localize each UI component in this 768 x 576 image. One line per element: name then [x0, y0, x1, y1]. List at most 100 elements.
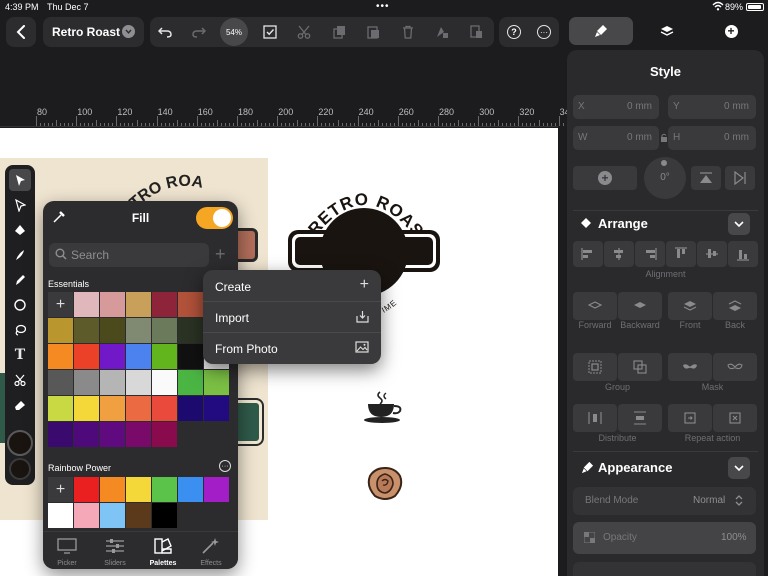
- color-swatch[interactable]: [48, 344, 73, 369]
- color-swatch[interactable]: [100, 477, 125, 502]
- color-swatch[interactable]: [152, 422, 177, 447]
- coffee-cup-icon[interactable]: [362, 390, 406, 426]
- alignment-button[interactable]: [635, 241, 665, 267]
- tab-effects[interactable]: Effects: [187, 534, 235, 569]
- pencil-tool-icon[interactable]: [9, 269, 31, 291]
- color-swatch[interactable]: [178, 370, 203, 395]
- color-swatch[interactable]: [74, 477, 99, 502]
- color-swatch[interactable]: [74, 318, 99, 343]
- arrange-collapse-button[interactable]: [728, 213, 750, 235]
- h-field[interactable]: H 0 mm: [668, 126, 756, 150]
- unmask-button[interactable]: [713, 353, 757, 381]
- copy-icon[interactable]: [325, 18, 353, 46]
- color-swatch[interactable]: [74, 422, 99, 447]
- alignment-button[interactable]: [666, 241, 696, 267]
- alignment-button[interactable]: [728, 241, 758, 267]
- color-swatch[interactable]: [126, 422, 151, 447]
- color-search-field[interactable]: Search: [49, 243, 209, 267]
- w-field[interactable]: W 0 mm: [573, 126, 659, 150]
- stamp-icon[interactable]: [462, 18, 490, 46]
- color-swatch[interactable]: [74, 344, 99, 369]
- fill-color-well[interactable]: [7, 430, 33, 456]
- color-swatch[interactable]: [204, 422, 229, 447]
- appearance-collapse-button[interactable]: [728, 457, 750, 479]
- tab-add[interactable]: +: [699, 17, 763, 45]
- color-swatch[interactable]: [126, 292, 151, 317]
- color-swatch[interactable]: [74, 292, 99, 317]
- direct-select-tool-icon[interactable]: [9, 194, 31, 216]
- ellipse-tool-icon[interactable]: [9, 294, 31, 316]
- ungroup-button[interactable]: [618, 353, 662, 381]
- flip-horizontal-button[interactable]: [725, 166, 755, 190]
- color-swatch[interactable]: [152, 503, 177, 528]
- horizontal-ruler[interactable]: 80 100 120 140 160 180 200 220 240 260 280 300 320 34: [0, 103, 596, 127]
- color-swatch[interactable]: [48, 422, 73, 447]
- alignment-button[interactable]: [573, 241, 603, 267]
- menu-item-import[interactable]: Import: [203, 302, 381, 333]
- color-swatch[interactable]: [48, 370, 73, 395]
- pen-tool-icon[interactable]: [9, 219, 31, 241]
- color-swatch[interactable]: [204, 396, 229, 421]
- add-swatch-button[interactable]: +: [48, 477, 73, 502]
- tab-style[interactable]: [569, 17, 633, 45]
- rose-icon[interactable]: [365, 466, 405, 502]
- color-swatch[interactable]: [48, 503, 73, 528]
- color-swatch[interactable]: [48, 396, 73, 421]
- color-swatch[interactable]: [178, 422, 203, 447]
- color-swatch[interactable]: [178, 318, 203, 343]
- color-swatch[interactable]: [48, 318, 73, 343]
- alignment-button[interactable]: [697, 241, 727, 267]
- undo-icon[interactable]: [151, 18, 179, 46]
- color-swatch[interactable]: [152, 477, 177, 502]
- menu-item-create[interactable]: Create +: [203, 271, 381, 302]
- blend-mode-dropdown[interactable]: Blend Mode Normal: [573, 487, 756, 515]
- text-tool-icon[interactable]: T: [9, 344, 31, 366]
- color-swatch[interactable]: [74, 396, 99, 421]
- add-swatch-button[interactable]: +: [48, 292, 73, 317]
- color-swatch[interactable]: [100, 292, 125, 317]
- zoom-indicator[interactable]: 54%: [220, 18, 248, 46]
- alignment-button[interactable]: [604, 241, 634, 267]
- back-button-arrange[interactable]: [713, 292, 757, 320]
- backward-button[interactable]: [618, 292, 662, 320]
- color-swatch[interactable]: [204, 503, 229, 528]
- color-swatch[interactable]: [126, 477, 151, 502]
- paste-icon[interactable]: [359, 18, 387, 46]
- color-swatch[interactable]: [100, 503, 125, 528]
- color-swatch[interactable]: [126, 318, 151, 343]
- color-swatch[interactable]: [152, 318, 177, 343]
- selection-tool-icon[interactable]: [9, 169, 31, 191]
- color-swatch[interactable]: [126, 503, 151, 528]
- y-field[interactable]: Y 0 mm: [668, 95, 756, 119]
- add-palette-icon[interactable]: +: [215, 244, 226, 265]
- fill-toggle[interactable]: [196, 207, 233, 229]
- help-icon[interactable]: ?: [507, 25, 521, 39]
- eraser-tool-icon[interactable]: [9, 394, 31, 416]
- more-icon[interactable]: ···: [537, 25, 551, 39]
- color-swatch[interactable]: [204, 477, 229, 502]
- color-swatch[interactable]: [204, 370, 229, 395]
- color-swatch[interactable]: [152, 370, 177, 395]
- flip-vertical-button[interactable]: [691, 166, 721, 190]
- select-icon[interactable]: [256, 18, 284, 46]
- palette-more-icon[interactable]: ···: [219, 460, 231, 472]
- color-swatch[interactable]: [126, 344, 151, 369]
- color-swatch[interactable]: [126, 396, 151, 421]
- color-swatch[interactable]: [100, 396, 125, 421]
- color-swatch[interactable]: [74, 370, 99, 395]
- color-swatch[interactable]: [178, 477, 203, 502]
- add-transform-button[interactable]: +: [573, 166, 637, 190]
- multitask-dots-icon[interactable]: •••: [376, 1, 390, 12]
- forward-button[interactable]: [573, 292, 617, 320]
- opacity-slider[interactable]: Opacity 100%: [573, 522, 756, 554]
- color-swatch[interactable]: [178, 503, 203, 528]
- distribute-vertical-button[interactable]: [618, 404, 662, 432]
- x-field[interactable]: X 0 mm: [573, 95, 659, 119]
- tab-palettes[interactable]: Palettes: [139, 534, 187, 569]
- repeat-transform-button[interactable]: [668, 404, 712, 432]
- stroke-color-well[interactable]: [9, 458, 31, 480]
- document-title-button[interactable]: Retro Roast: [43, 17, 144, 47]
- brush-tool-icon[interactable]: [9, 244, 31, 266]
- back-button[interactable]: [6, 17, 36, 47]
- repeat-action-button[interactable]: [713, 404, 757, 432]
